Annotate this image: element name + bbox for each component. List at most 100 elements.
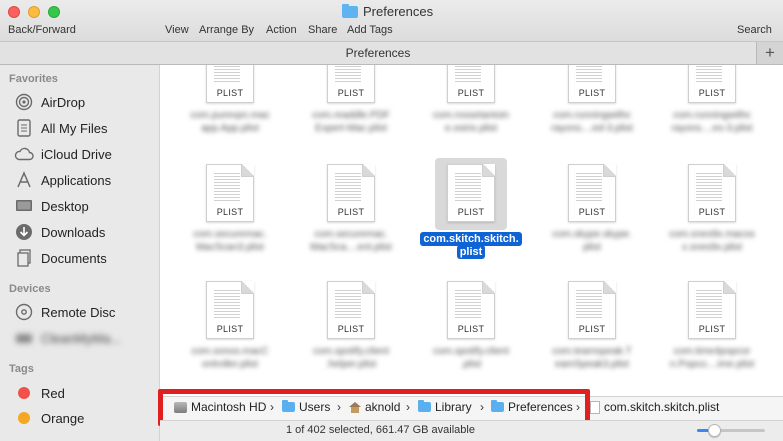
file-item-selected[interactable]: PLIST com.skitch.skitch. plist — [411, 158, 531, 259]
file-item[interactable]: PLIST com.spotify.client .helper.plist — [291, 281, 411, 371]
plist-file-icon: PLIST — [206, 281, 254, 339]
sidebar-item-label: CleanMyMa... — [41, 330, 122, 346]
file-name: com.runningwithc rayons....ed-3.plist — [551, 110, 633, 134]
action-button[interactable]: Action — [266, 24, 297, 36]
sidebar-item-airdrop[interactable]: AirDrop — [14, 92, 85, 112]
plist-file-icon: PLIST — [688, 65, 736, 103]
plist-file-icon: PLIST — [568, 164, 616, 222]
sidebar-header-favorites: Favorites — [9, 73, 58, 85]
sidebar-item-remote-disc[interactable]: Remote Disc — [14, 302, 115, 322]
red-tag-icon — [18, 387, 30, 399]
file-item[interactable]: PLIST com.rossetantoin e.osirix.plist — [411, 65, 531, 135]
search-button[interactable]: Search — [737, 24, 772, 36]
new-tab-button[interactable]: + — [757, 42, 783, 64]
file-name: com.runningwithc rayons....es-3.plist — [671, 110, 753, 134]
path-item-current-file[interactable]: com.skitch.skitch.plist — [590, 400, 719, 414]
sidebar-item-label: Red — [41, 385, 65, 401]
file-item[interactable]: PLIST com.skype.skype. plist — [532, 164, 652, 254]
zoom-button[interactable] — [48, 6, 60, 18]
tab-bar: Preferences + — [0, 42, 783, 65]
sidebar-item-label: Remote Disc — [41, 304, 116, 320]
sidebar-item-downloads[interactable]: Downloads — [14, 222, 105, 242]
file-name: com.skype.skype. plist — [552, 229, 632, 253]
file-name: com.time4popcor n.Popco....ime.plist — [669, 346, 755, 370]
plist-file-icon: PLIST — [568, 65, 616, 103]
file-item[interactable]: PLIST com.securemac. MacSca....ent.plist — [291, 164, 411, 254]
plist-file-icon: PLIST — [688, 281, 736, 339]
plist-file-icon: PLIST — [688, 164, 736, 222]
plist-file-icon: PLIST — [447, 65, 495, 103]
window-title-text: Preferences — [363, 4, 434, 19]
plist-file-icon: PLIST — [447, 164, 495, 222]
file-name: com.securemac. MacScan3.plist — [193, 229, 267, 253]
plist-file-icon: PLIST — [206, 164, 254, 222]
airdrop-icon — [14, 92, 34, 112]
file-icon — [590, 400, 600, 414]
minimize-button[interactable] — [28, 6, 40, 18]
status-text: 1 of 402 selected, 661.47 GB available — [286, 424, 475, 436]
file-item[interactable]: PLIST com.teamspeak.T eamSpeak3.plist — [532, 281, 652, 371]
add-tags-button[interactable]: Add Tags — [347, 24, 393, 36]
documents-icon — [14, 248, 34, 268]
close-button[interactable] — [8, 6, 20, 18]
file-name: com.purevpn.mac app.App.plist — [190, 110, 270, 134]
file-name: com.teamspeak.T eamSpeak3.plist — [552, 346, 632, 370]
plist-file-icon: PLIST — [327, 65, 375, 103]
disc-icon — [14, 302, 34, 322]
all-files-icon — [14, 118, 34, 138]
sidebar-item-label: Downloads — [41, 224, 106, 240]
file-item[interactable]: PLIST com.purevpn.mac app.App.plist — [170, 65, 290, 135]
sidebar-item-tag-orange[interactable]: Orange — [14, 408, 84, 428]
file-name: com.skitch.skitch. plist — [411, 232, 531, 259]
folder-icon — [342, 3, 358, 18]
sidebar-item-label: All My Files — [41, 120, 108, 136]
file-item[interactable]: PLIST com.spotify.client .plist — [411, 281, 531, 371]
file-item[interactable]: PLIST com.time4popcor n.Popco....ime.plis… — [652, 281, 772, 371]
cloud-icon — [14, 144, 34, 164]
file-name: com.snes9x.macos x.snes9x.plist — [669, 229, 755, 253]
sidebar-item-desktop[interactable]: Desktop — [14, 196, 89, 216]
sidebar: Favorites AirDrop All My Files iCloud Dr… — [0, 65, 160, 441]
window-title: Preferences — [342, 3, 434, 19]
sidebar-item-all-my-files[interactable]: All My Files — [14, 118, 107, 138]
file-name: com.securemac. MacSca....ent.plist — [310, 229, 392, 253]
desktop-icon — [14, 196, 34, 216]
plist-file-icon: PLIST — [568, 281, 616, 339]
sidebar-item-device[interactable]: CleanMyMa... — [14, 328, 121, 348]
sidebar-item-label: Desktop — [41, 198, 89, 214]
file-name: com.sonos.macC ontroller.plist — [191, 346, 269, 370]
sidebar-header-devices: Devices — [9, 283, 51, 295]
file-item[interactable]: PLIST com.sonos.macC ontroller.plist — [170, 281, 290, 371]
applications-icon — [14, 170, 34, 190]
share-button[interactable]: Share — [308, 24, 337, 36]
file-item[interactable]: PLIST com.snes9x.macos x.snes9x.plist — [652, 164, 772, 254]
sidebar-item-label: Orange — [41, 410, 85, 426]
arrange-by-button[interactable]: Arrange By — [199, 24, 254, 36]
back-forward-button[interactable]: Back/Forward — [8, 24, 76, 36]
orange-tag-icon — [18, 412, 30, 424]
file-item[interactable]: PLIST com.readdle.PDF Expert-Mac.plist — [291, 65, 411, 135]
icon-size-slider-knob[interactable] — [707, 424, 721, 437]
file-icon-view[interactable]: PLIST com.purevpn.mac app.App.plist PLIST… — [160, 65, 783, 396]
plist-file-icon: PLIST — [206, 65, 254, 103]
sidebar-header-tags: Tags — [9, 363, 34, 375]
downloads-icon — [14, 222, 34, 242]
view-button[interactable]: View — [165, 24, 189, 36]
drive-icon — [14, 328, 34, 348]
file-name: com.spotify.client .plist — [433, 346, 509, 370]
plist-file-icon: PLIST — [447, 281, 495, 339]
sidebar-item-label: iCloud Drive — [41, 146, 112, 162]
plist-file-icon: PLIST — [327, 281, 375, 339]
file-item[interactable]: PLIST com.runningwithc rayons....ed-3.pli… — [532, 65, 652, 135]
file-item[interactable]: PLIST com.runningwithc rayons....es-3.pli… — [652, 65, 772, 135]
title-bar: Preferences Back/Forward View Arrange By… — [0, 0, 783, 42]
tab-preferences[interactable]: Preferences — [0, 42, 757, 64]
file-name: com.spotify.client .helper.plist — [313, 346, 389, 370]
sidebar-item-tag-red[interactable]: Red — [14, 383, 65, 403]
sidebar-item-icloud-drive[interactable]: iCloud Drive — [14, 144, 112, 164]
sidebar-item-label: Documents — [41, 250, 107, 266]
sidebar-item-applications[interactable]: Applications — [14, 170, 111, 190]
sidebar-item-label: Applications — [41, 172, 112, 188]
file-item[interactable]: PLIST com.securemac. MacScan3.plist — [170, 164, 290, 254]
sidebar-item-documents[interactable]: Documents — [14, 248, 107, 268]
